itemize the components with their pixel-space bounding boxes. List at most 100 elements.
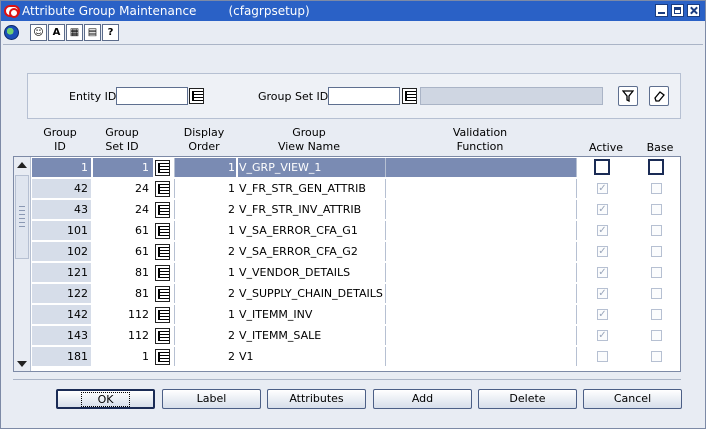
active-checkbox[interactable]: ✓ xyxy=(597,267,608,278)
active-checkbox[interactable]: ✓ xyxy=(597,225,608,236)
validation-function-cell[interactable] xyxy=(385,242,577,261)
active-checkbox[interactable]: ✓ xyxy=(597,330,608,341)
maximize-icon[interactable] xyxy=(671,4,684,17)
validation-function-cell[interactable] xyxy=(385,200,577,219)
group-set-id-cell[interactable]: 24 xyxy=(93,179,153,198)
base-checkbox[interactable] xyxy=(651,330,662,341)
base-checkbox[interactable] xyxy=(651,309,662,320)
active-checkbox[interactable] xyxy=(594,159,610,175)
active-checkbox[interactable]: ✓ xyxy=(597,246,608,257)
validation-function-cell[interactable] xyxy=(385,158,577,177)
base-checkbox[interactable] xyxy=(651,246,662,257)
table-row[interactable]: 143 112 2 V_ITEMM_SALE ✓ xyxy=(31,325,681,346)
group-set-id-cell[interactable]: 1 xyxy=(93,347,153,366)
validation-function-cell[interactable] xyxy=(385,179,577,198)
base-checkbox[interactable] xyxy=(651,351,662,362)
display-order-cell[interactable]: 2 xyxy=(174,284,236,303)
group-id-cell[interactable]: 121 xyxy=(32,263,92,282)
close-icon[interactable] xyxy=(687,4,700,17)
group-view-name-cell[interactable]: V_SUPPLY_CHAIN_DETAILS xyxy=(238,284,385,303)
table-row[interactable]: 142 112 1 V_ITEMM_INV ✓ xyxy=(31,304,681,325)
eraser-icon[interactable] xyxy=(649,86,669,106)
group-set-lov-icon[interactable] xyxy=(155,244,170,260)
display-order-cell[interactable]: 2 xyxy=(174,200,236,219)
group-set-lov-icon[interactable] xyxy=(155,160,170,176)
active-checkbox[interactable]: ✓ xyxy=(597,309,608,320)
base-checkbox[interactable] xyxy=(648,159,664,175)
base-checkbox[interactable] xyxy=(651,183,662,194)
table-row[interactable]: 181 1 2 V1 xyxy=(31,346,681,367)
base-checkbox[interactable] xyxy=(651,288,662,299)
group-id-cell[interactable]: 102 xyxy=(32,242,92,261)
group-set-lov-icon[interactable] xyxy=(155,181,170,197)
group-set-id-cell[interactable]: 61 xyxy=(93,242,153,261)
scroll-down-icon[interactable] xyxy=(17,361,27,367)
scroll-thumb[interactable] xyxy=(15,175,29,259)
delete-button[interactable]: Delete xyxy=(478,389,577,409)
display-order-cell[interactable]: 2 xyxy=(174,242,236,261)
display-order-cell[interactable]: 1 xyxy=(174,221,236,240)
display-order-cell[interactable]: 1 xyxy=(174,305,236,324)
table-row[interactable]: 101 61 1 V_SA_ERROR_CFA_G1 ✓ xyxy=(31,220,681,241)
table-row[interactable]: 121 81 1 V_VENDOR_DETAILS ✓ xyxy=(31,262,681,283)
add-button[interactable]: Add xyxy=(373,389,472,409)
group-set-id-cell[interactable]: 81 xyxy=(93,284,153,303)
table-row[interactable]: 102 61 2 V_SA_ERROR_CFA_G2 ✓ xyxy=(31,241,681,262)
active-checkbox[interactable]: ✓ xyxy=(597,183,608,194)
group-id-cell[interactable]: 142 xyxy=(32,305,92,324)
group-view-name-cell[interactable]: V1 xyxy=(238,347,385,366)
minimize-icon[interactable] xyxy=(655,4,668,17)
group-view-name-cell[interactable]: V_SA_ERROR_CFA_G1 xyxy=(238,221,385,240)
attributes-button[interactable]: Attributes xyxy=(267,389,366,409)
group-set-id-cell[interactable]: 81 xyxy=(93,263,153,282)
group-id-cell[interactable]: 42 xyxy=(32,179,92,198)
calendar-icon[interactable]: ▦ xyxy=(66,23,83,41)
ok-button[interactable]: OK xyxy=(56,389,155,409)
active-checkbox[interactable] xyxy=(597,351,608,362)
display-order-cell[interactable]: 1 xyxy=(174,179,236,198)
help-icon[interactable]: ? xyxy=(102,23,119,41)
entity-lov-icon[interactable] xyxy=(189,88,204,104)
base-checkbox[interactable] xyxy=(651,225,662,236)
group-set-id-cell[interactable]: 112 xyxy=(93,305,153,324)
group-set-lov-icon[interactable] xyxy=(155,202,170,218)
active-checkbox[interactable]: ✓ xyxy=(597,204,608,215)
group-set-lov-icon[interactable] xyxy=(402,88,417,104)
group-id-cell[interactable]: 43 xyxy=(32,200,92,219)
group-set-id-cell[interactable]: 24 xyxy=(93,200,153,219)
group-id-cell[interactable]: 143 xyxy=(32,326,92,345)
base-checkbox[interactable] xyxy=(651,267,662,278)
table-row[interactable]: 42 24 1 V_FR_STR_GEN_ATTRIB ✓ xyxy=(31,178,681,199)
group-id-cell[interactable]: 181 xyxy=(32,347,92,366)
group-view-name-cell[interactable]: V_ITEMM_SALE xyxy=(238,326,385,345)
group-id-cell[interactable]: 101 xyxy=(32,221,92,240)
group-set-lov-icon[interactable] xyxy=(155,223,170,239)
table-row[interactable]: 122 81 2 V_SUPPLY_CHAIN_DETAILS ✓ xyxy=(31,283,681,304)
table-row[interactable]: 43 24 2 V_FR_STR_INV_ATTRIB ✓ xyxy=(31,199,681,220)
table-row[interactable]: 1 1 1 V_GRP_VIEW_1 xyxy=(31,157,681,178)
validation-function-cell[interactable] xyxy=(385,263,577,282)
scroll-up-icon[interactable] xyxy=(17,162,27,168)
group-set-lov-icon[interactable] xyxy=(155,328,170,344)
validation-function-cell[interactable] xyxy=(385,347,577,366)
display-order-cell[interactable]: 1 xyxy=(174,263,236,282)
group-id-cell[interactable]: 122 xyxy=(32,284,92,303)
group-view-name-cell[interactable]: V_FR_STR_INV_ATTRIB xyxy=(238,200,385,219)
validation-function-cell[interactable] xyxy=(385,221,577,240)
base-checkbox[interactable] xyxy=(651,204,662,215)
validation-function-cell[interactable] xyxy=(385,326,577,345)
printer-icon[interactable]: ▤ xyxy=(84,23,101,41)
group-id-cell[interactable]: 1 xyxy=(32,158,92,177)
entity-id-input[interactable] xyxy=(116,87,188,105)
display-order-cell[interactable]: 2 xyxy=(174,326,236,345)
label-button[interactable]: Label xyxy=(162,389,261,409)
group-view-name-cell[interactable]: V_SA_ERROR_CFA_G2 xyxy=(238,242,385,261)
group-view-name-cell[interactable]: V_VENDOR_DETAILS xyxy=(238,263,385,282)
cancel-button[interactable]: Cancel xyxy=(583,389,682,409)
group-set-lov-icon[interactable] xyxy=(155,349,170,365)
globe-icon[interactable] xyxy=(3,24,20,41)
validation-function-cell[interactable] xyxy=(385,305,577,324)
group-set-id-cell[interactable]: 112 xyxy=(93,326,153,345)
group-set-lov-icon[interactable] xyxy=(155,307,170,323)
group-view-name-cell[interactable]: V_FR_STR_GEN_ATTRIB xyxy=(238,179,385,198)
